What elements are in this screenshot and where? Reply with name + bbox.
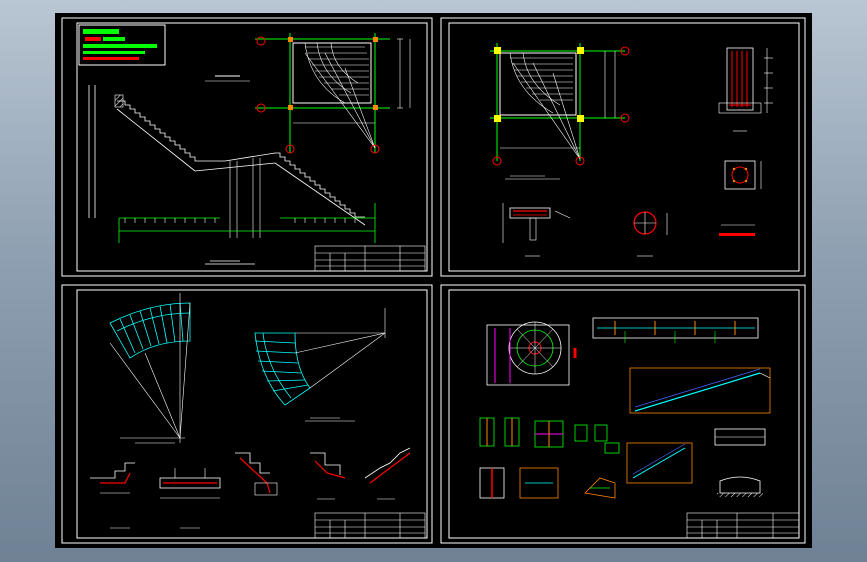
stair-detail-e[interactable] xyxy=(364,447,411,500)
column-section-detail[interactable] xyxy=(719,160,762,236)
column-rebar-detail[interactable] xyxy=(718,47,773,132)
inclined-stair-section[interactable] xyxy=(626,442,693,484)
sheet-top-right-outer[interactable] xyxy=(440,17,806,277)
connection-detail-2[interactable] xyxy=(534,420,564,448)
railing-detail[interactable] xyxy=(714,428,766,497)
curved-stair-flight-1[interactable] xyxy=(109,302,191,359)
sheet-bottom-right xyxy=(479,317,800,539)
sheet-top-left xyxy=(78,24,426,272)
title-block-icon-3[interactable] xyxy=(686,512,800,539)
sheet-bottom-right-inner xyxy=(448,289,800,539)
spiral-stair-plan[interactable] xyxy=(486,321,577,386)
stair-elevation-view[interactable] xyxy=(88,85,366,226)
connection-detail-1[interactable] xyxy=(479,417,520,447)
title-block-icon-2[interactable] xyxy=(314,512,426,539)
curved-stair-flight-2[interactable] xyxy=(254,332,311,406)
inclined-stringer-detail[interactable] xyxy=(629,367,771,414)
stair-detail-b[interactable] xyxy=(159,468,221,529)
foundation-detail-1[interactable] xyxy=(479,467,559,499)
sheet-bottom-left-outer[interactable] xyxy=(61,284,433,544)
sheet-bottom-right-outer[interactable] xyxy=(440,284,806,544)
legend-box[interactable] xyxy=(78,24,166,66)
sheet-bottom-left-inner xyxy=(76,289,428,539)
sheet-top-left-outer[interactable] xyxy=(61,17,433,277)
beam-detail[interactable] xyxy=(502,203,571,257)
cad-model-space[interactable] xyxy=(55,13,812,548)
sheet-bottom-left xyxy=(90,293,426,539)
title-block-icon[interactable] xyxy=(314,245,426,272)
stringer-elevation[interactable] xyxy=(592,317,759,343)
foundation-detail-2[interactable] xyxy=(584,477,616,499)
ground-dimension-lines xyxy=(118,203,376,243)
connection-detail-3[interactable] xyxy=(574,424,620,454)
stair-detail-c[interactable] xyxy=(235,452,278,496)
sheet-frames xyxy=(61,17,806,544)
stair-detail-a[interactable] xyxy=(90,462,135,529)
stair-plan-view[interactable] xyxy=(255,33,390,153)
stair-detail-d[interactable] xyxy=(310,452,346,500)
circular-column-section[interactable] xyxy=(633,211,668,257)
sheet-top-right xyxy=(490,43,773,257)
